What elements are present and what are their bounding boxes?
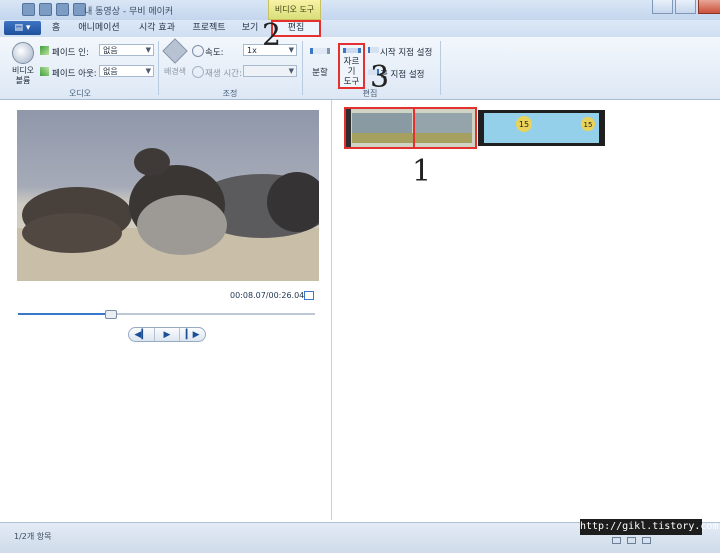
- fade-in-value: 없음: [103, 46, 118, 55]
- zoom-out-icon[interactable]: [627, 537, 636, 544]
- chevron-down-icon: ▼: [145, 46, 151, 54]
- trim-icon: [342, 48, 361, 53]
- group-separator: [302, 41, 303, 95]
- close-button[interactable]: [698, 0, 720, 14]
- fade-out-value: 없음: [103, 67, 118, 76]
- next-frame-button[interactable]: ▎▶: [180, 328, 205, 341]
- annotation-1: 1: [412, 154, 432, 189]
- trim-label-line1: 자르기: [343, 57, 360, 77]
- speed-value: 1x: [247, 46, 257, 55]
- split-label: 분할: [312, 68, 328, 78]
- previous-frame-button[interactable]: ◀▎: [129, 328, 155, 341]
- seek-handle[interactable]: [105, 310, 117, 319]
- item-count-text: 1/2개 항목: [14, 532, 52, 541]
- zoom-in-icon[interactable]: [642, 537, 651, 544]
- clip-thumbnail-birds: [346, 109, 475, 147]
- tab-visual-effects[interactable]: 시각 효과: [132, 21, 182, 36]
- clip2-badge-end: 15: [584, 121, 593, 129]
- background-color-button[interactable]: 배경색: [160, 38, 190, 86]
- seek-progress: [18, 313, 110, 315]
- chevron-down-icon: ▼: [288, 46, 294, 54]
- adjust-group-label: 조정: [222, 89, 238, 98]
- tab-home[interactable]: 홈: [46, 21, 66, 36]
- video-tools-context-label: 비디오 도구: [268, 0, 321, 20]
- video-volume-label: 비디오 볼륨: [11, 66, 35, 85]
- quick-access-toolbar: [22, 3, 86, 17]
- fade-in-label: 페이드 인:: [52, 48, 89, 58]
- app-menu-button[interactable]: ▤ ▾: [4, 21, 41, 35]
- tab-animations[interactable]: 애니메이션: [74, 21, 124, 36]
- save-icon[interactable]: [39, 3, 52, 16]
- maximize-button[interactable]: [675, 0, 696, 14]
- trim-tool-button[interactable]: 자르기 도구: [338, 43, 365, 89]
- fade-out-dropdown[interactable]: 없음 ▼: [99, 65, 154, 77]
- storyboard-view-icon[interactable]: [612, 537, 621, 544]
- split-marker: [413, 107, 415, 149]
- fade-out-icon: [40, 67, 49, 76]
- split-button[interactable]: 분할: [306, 44, 334, 78]
- audio-group-label: 오디오: [68, 89, 92, 98]
- watermark: http://gikl.tistory.com: [580, 519, 718, 535]
- paint-bucket-icon: [162, 38, 188, 64]
- annotation-2: 2: [262, 18, 282, 53]
- fade-in-icon: [40, 46, 49, 55]
- video-volume-button[interactable]: 비디오 볼륨: [8, 42, 38, 86]
- view-zoom-controls: [612, 537, 651, 544]
- previous-frame-icon: ◀▎: [134, 329, 149, 340]
- playback-controls: ◀▎ ▶ ▎▶: [128, 327, 206, 342]
- selected-clip[interactable]: [344, 107, 477, 149]
- speaker-icon: [12, 42, 34, 64]
- background-color-label: 배경색: [163, 67, 187, 76]
- minimize-button[interactable]: [652, 0, 673, 14]
- speed-icon: [192, 45, 204, 57]
- group-separator: [440, 41, 441, 95]
- duration-label: 재생 시간:: [205, 69, 242, 79]
- group-separator: [158, 41, 159, 95]
- speed-label: 속도:: [205, 48, 224, 58]
- app-icon: [22, 3, 35, 16]
- annotation-3: 3: [370, 60, 390, 95]
- fade-out-label: 페이드 아웃:: [52, 69, 97, 79]
- clip-thumbnail-title[interactable]: 15 15: [478, 110, 605, 146]
- tab-view[interactable]: 보기: [238, 21, 262, 36]
- window-controls: [652, 0, 720, 14]
- split-icon: [310, 48, 330, 54]
- video-preview[interactable]: [17, 110, 319, 281]
- play-icon: ▶: [163, 329, 171, 340]
- trim-label-line2: 도구: [343, 77, 360, 87]
- set-start-icon: [368, 47, 379, 53]
- tab-project[interactable]: 프로젝트: [188, 21, 230, 36]
- chevron-down-icon: ▼: [145, 67, 151, 75]
- duration-icon: [192, 66, 204, 78]
- next-frame-icon: ▎▶: [185, 329, 200, 340]
- play-button[interactable]: ▶: [155, 328, 181, 341]
- set-start-point-button[interactable]: 시작 지점 설정: [380, 46, 432, 58]
- window-title: 내 동영상 - 무비 메이커: [84, 7, 174, 17]
- timecode-display: 00:08.07/00:26.04: [230, 291, 305, 300]
- undo-icon[interactable]: [56, 3, 69, 16]
- storyboard-pane: [332, 100, 720, 520]
- chevron-down-icon: ▼: [288, 67, 294, 75]
- duration-dropdown[interactable]: ▼: [243, 65, 297, 77]
- fullscreen-icon[interactable]: [304, 291, 314, 300]
- clip2-badge: 15: [519, 120, 529, 129]
- fade-in-dropdown[interactable]: 없음 ▼: [99, 44, 154, 56]
